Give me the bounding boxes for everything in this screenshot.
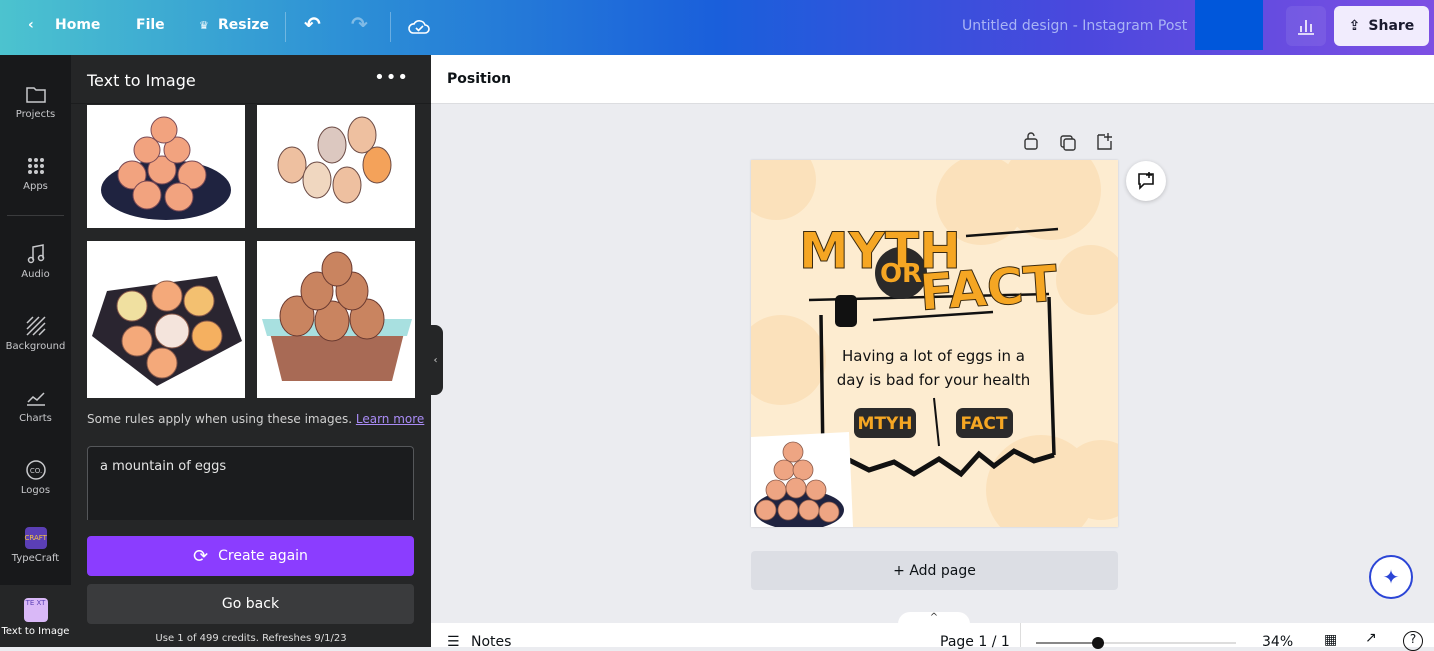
sidebar-item-label: Logos <box>20 485 51 496</box>
zoom-slider-handle[interactable] <box>1092 637 1104 649</box>
typecraft-app-icon: CRAFT <box>24 527 47 549</box>
notes-button[interactable]: Notes <box>471 634 511 650</box>
page-indicator[interactable]: Page 1 / 1 <box>940 634 1010 650</box>
insights-button[interactable] <box>1286 6 1326 46</box>
create-again-label: Create again <box>218 548 308 564</box>
divider <box>390 12 391 42</box>
help-icon[interactable]: ? <box>1403 631 1423 651</box>
fullscreen-icon[interactable]: ↗ <box>1365 630 1377 646</box>
option-fact: FACT <box>961 414 1008 434</box>
title-or: OR <box>880 259 922 289</box>
context-toolbar: Position <box>431 55 1434 104</box>
comment-plus-icon <box>1138 172 1154 190</box>
position-button[interactable]: Position <box>447 71 511 87</box>
duplicate-page-icon[interactable] <box>1060 135 1076 151</box>
resize-button[interactable]: Resize <box>218 17 269 33</box>
credits-text: Use 1 of 499 credits. Refreshes 9/1/23 <box>155 633 347 644</box>
myth-fact-statement: Having a lot of eggs in a day is bad for… <box>836 347 1031 389</box>
divider <box>1020 623 1021 647</box>
sidebar-item-label: Text to Image <box>1 626 70 637</box>
collaborator-area <box>1195 0 1263 50</box>
lock-icon[interactable] <box>1024 132 1038 150</box>
sidebar-item-text-to-image[interactable]: TE XT Text to Image <box>0 585 71 647</box>
sidebar-item-audio[interactable]: Audio <box>0 243 71 280</box>
cloud-saved-icon[interactable] <box>407 15 431 37</box>
sidebar-item-label: Charts <box>19 413 52 424</box>
page-actions <box>1024 132 1112 151</box>
go-back-button[interactable]: Go back <box>87 584 414 624</box>
folder-icon <box>25 87 46 103</box>
sidebar-item-label: Apps <box>23 181 48 192</box>
footer-bar: ☰ Notes Page 1 / 1 34% ▦ ↗ ? <box>431 623 1434 651</box>
chart-line-icon <box>26 392 45 406</box>
generated-image-3[interactable] <box>87 241 245 398</box>
sidebar-item-apps[interactable]: Apps <box>0 155 71 192</box>
svg-text:CO.: CO. <box>29 467 41 475</box>
upload-icon: ⇪ <box>1348 18 1361 34</box>
prompt-input[interactable]: a mountain of eggs <box>87 446 414 520</box>
share-button[interactable]: ⇪ Share <box>1334 6 1429 46</box>
notes-icon[interactable]: ☰ <box>447 634 460 650</box>
crown-icon: ♛ <box>199 19 209 32</box>
add-page-icon[interactable] <box>1097 133 1112 150</box>
divider <box>285 12 286 42</box>
redo-icon[interactable]: ↷ <box>351 12 368 36</box>
grid-view-icon[interactable]: ▦ <box>1324 632 1337 648</box>
title-fact: FACT <box>918 254 1060 321</box>
sidebar-item-label: TypeCraft <box>11 553 60 564</box>
undo-icon[interactable]: ↶ <box>304 12 321 36</box>
logo-co-icon: CO. <box>25 460 46 480</box>
add-comment-button[interactable] <box>1126 161 1166 201</box>
usage-rules: Some rules apply when using these images… <box>87 412 424 426</box>
share-label: Share <box>1368 18 1415 34</box>
design-canvas[interactable]: MYTH OR FACT MTYH FACT Having a lot of e… <box>751 160 1118 527</box>
home-button[interactable]: Home <box>55 17 100 33</box>
sidebar-item-logos[interactable]: CO. Logos <box>0 459 71 496</box>
refresh-icon: ⟳ <box>193 545 209 567</box>
generated-image-4[interactable] <box>257 241 415 398</box>
panel-title: Text to Image <box>87 71 196 90</box>
top-bar: ‹ Home File ♛ Resize ↶ ↷ Untitled design… <box>0 0 1434 55</box>
option-myth: MTYH <box>857 414 912 434</box>
sidebar-item-label: Projects <box>15 109 56 120</box>
sidebar-item-background[interactable]: Background <box>0 315 71 352</box>
back-chevron-icon[interactable]: ‹ <box>28 17 34 33</box>
music-note-icon <box>27 244 44 264</box>
learn-more-link[interactable]: Learn more <box>356 412 424 426</box>
sidebar-item-projects[interactable]: Projects <box>0 83 71 120</box>
design-title[interactable]: Untitled design - Instagram Post <box>962 18 1187 34</box>
text-to-image-app-icon: TE XT <box>23 598 48 622</box>
more-options-icon[interactable]: ••• <box>374 67 409 88</box>
collapse-panel-button[interactable]: ‹ <box>428 325 443 395</box>
sparkle-icon: ✦ <box>1382 565 1400 589</box>
zoom-slider[interactable] <box>1036 637 1236 649</box>
chevron-up-icon: ^ <box>929 612 939 623</box>
chevron-left-icon: ‹ <box>433 354 438 366</box>
zoom-level[interactable]: 34% <box>1262 634 1293 650</box>
zoom-slider-fill <box>1036 642 1098 644</box>
magic-assistant-button[interactable]: ✦ <box>1369 555 1413 599</box>
sidebar-item-typecraft[interactable]: CRAFT TypeCraft <box>0 520 71 585</box>
sidebar-item-label: Audio <box>21 269 50 280</box>
background-hatch-icon <box>25 316 46 336</box>
create-again-button[interactable]: ⟳ Create again <box>87 536 414 576</box>
sidebar: Projects Apps Audio Background Charts CO… <box>0 55 71 647</box>
apps-grid-icon <box>27 158 44 174</box>
panel-header: Text to Image ••• <box>71 55 431 104</box>
text-to-image-panel: Text to Image ••• Some rules apply when u… <box>71 55 431 647</box>
bar-chart-icon <box>1298 20 1314 35</box>
generated-image-1[interactable] <box>87 105 245 228</box>
sidebar-item-charts[interactable]: Charts <box>0 387 71 424</box>
file-menu[interactable]: File <box>136 17 165 33</box>
rules-text: Some rules apply when using these images… <box>87 412 353 426</box>
divider <box>7 215 64 216</box>
sidebar-item-label: Background <box>5 341 66 352</box>
generated-image-2[interactable] <box>257 105 415 228</box>
add-page-button[interactable]: + Add page <box>751 551 1118 590</box>
